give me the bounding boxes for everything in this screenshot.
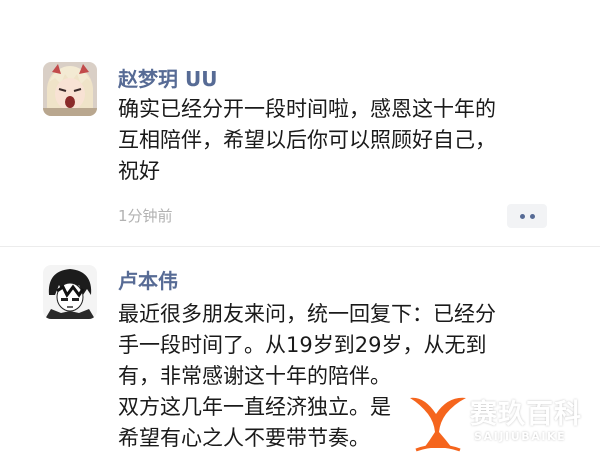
sketch-boy-avatar-icon [43, 265, 97, 319]
more-options-button[interactable] [507, 204, 547, 228]
timestamp: 1分钟前 [118, 207, 173, 225]
avatar[interactable] [43, 62, 97, 116]
whale-tail-icon [410, 397, 466, 452]
watermark-title: 赛玖百科 [470, 399, 582, 430]
comment-post: 赵梦玥 UU 确实已经分开一段时间啦，感恩这十年的 互相陪伴，希望以后你可以照顾… [0, 0, 600, 246]
comment-text-line: 最近很多朋友来问，统一回复下：已经分 [118, 302, 496, 326]
comment-text: 确实已经分开一段时间啦，感恩这十年的 互相陪伴，希望以后你可以照顾好自己， 祝好 [118, 94, 558, 187]
username[interactable]: 卢本伟 [118, 269, 178, 293]
username[interactable]: 赵梦玥 UU [118, 67, 217, 91]
anime-girl-avatar-icon [43, 62, 97, 116]
comment-text-line: 互相陪伴，希望以后你可以照顾好自己， [118, 128, 496, 152]
more-dots-icon [519, 213, 525, 219]
comment-text-line: 手一段时间了。从19岁到29岁，从无到 [118, 333, 487, 357]
watermark-subtitle: SAIJIUBAIKE [474, 430, 567, 443]
more-dots-icon [529, 213, 535, 219]
avatar[interactable] [43, 265, 97, 319]
comment-text-line: 确实已经分开一段时间啦，感恩这十年的 [118, 97, 496, 121]
comment-text-line: 祝好 [118, 159, 160, 183]
comment-feed: 赵梦玥 UU 确实已经分开一段时间啦，感恩这十年的 互相陪伴，希望以后你可以照顾… [0, 0, 600, 464]
watermark: 赛玖百科 SAIJIUBAIKE [404, 386, 594, 458]
